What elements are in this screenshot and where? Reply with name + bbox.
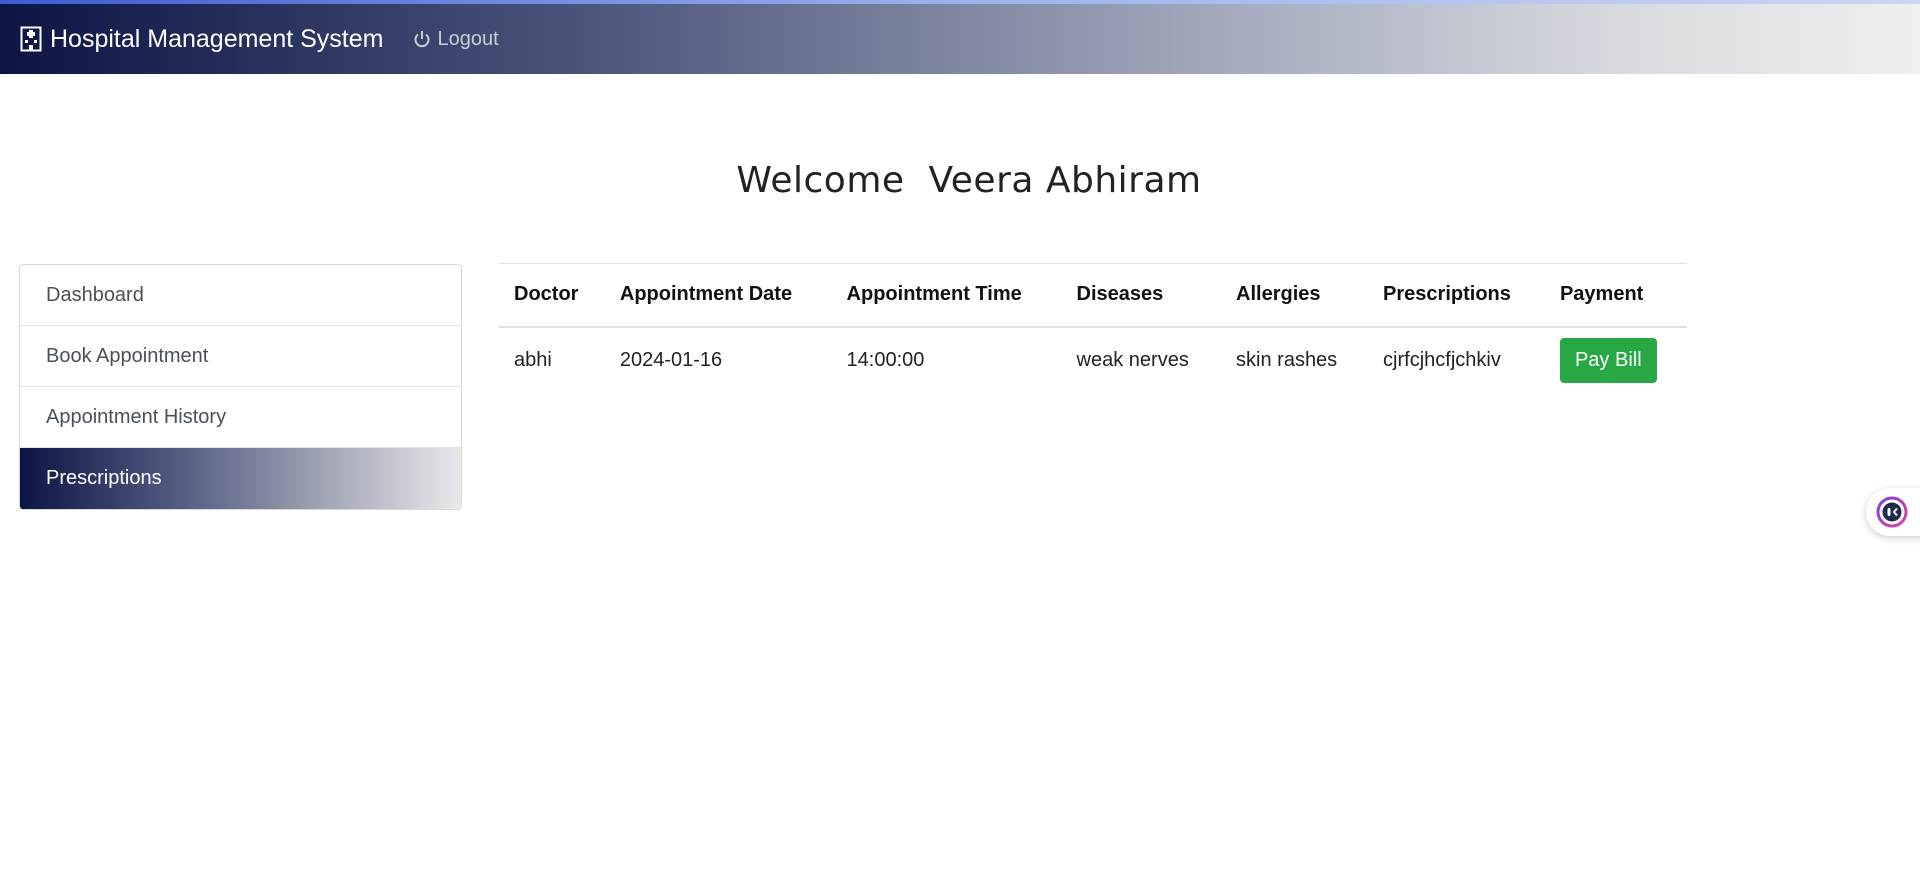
table-header-row: Doctor Appointment Date Appointment Time…	[499, 263, 1687, 328]
navbar: Hospital Management System Logout	[0, 4, 1920, 74]
header-doctor: Doctor	[499, 263, 605, 328]
prescriptions-table: Doctor Appointment Date Appointment Time…	[499, 263, 1687, 393]
assistant-widget[interactable]	[1866, 488, 1920, 536]
header-payment: Payment	[1544, 263, 1687, 328]
brand-title: Hospital Management System	[50, 24, 384, 53]
pay-bill-button[interactable]: Pay Bill	[1559, 337, 1657, 383]
header-appointment-time: Appointment Time	[831, 263, 1062, 328]
cell-diseases: weak nerves	[1076, 348, 1189, 371]
cell-appointment-date: 2024-01-16	[619, 348, 723, 371]
cell-appointment-time: 14:00:00	[846, 348, 925, 371]
welcome-greeting: Welcome	[736, 160, 905, 201]
welcome-heading: Welcome Veera Abhiram	[0, 160, 1920, 201]
cell-prescription: cjrfcjhcfjchkiv	[1383, 348, 1501, 371]
cell-payment: Pay Bill	[1545, 327, 1687, 393]
power-icon	[414, 31, 430, 48]
assistant-icon	[1876, 496, 1908, 528]
cell-allergies: skin rashes	[1236, 348, 1338, 371]
sidebar-item-dashboard[interactable]: Dashboard	[20, 265, 461, 326]
hospital-icon	[20, 26, 42, 52]
header-allergies: Allergies	[1221, 263, 1369, 328]
logout-link[interactable]: Logout	[413, 27, 499, 51]
logout-label: Logout	[437, 27, 499, 50]
header-prescriptions: Prescriptions	[1368, 263, 1545, 328]
sidebar-item-appointment-history[interactable]: Appointment History	[20, 387, 461, 448]
header-appointment-date: Appointment Date	[604, 263, 832, 328]
sidebar-item-book-appointment[interactable]: Book Appointment	[20, 326, 461, 387]
cell-doctor: abhi	[514, 348, 552, 371]
header-diseases: Diseases	[1061, 263, 1222, 328]
table-row: abhi 2024-01-16 14:00:00 weak nerves ski…	[499, 327, 1687, 393]
sidebar: Dashboard Book Appointment Appointment H…	[19, 264, 462, 510]
brand-link[interactable]: Hospital Management System	[20, 25, 383, 54]
welcome-user-name: Veera Abhiram	[928, 160, 1202, 201]
sidebar-item-prescriptions[interactable]: Prescriptions	[20, 448, 461, 509]
prescriptions-table-container: Doctor Appointment Date Appointment Time…	[499, 263, 1687, 393]
